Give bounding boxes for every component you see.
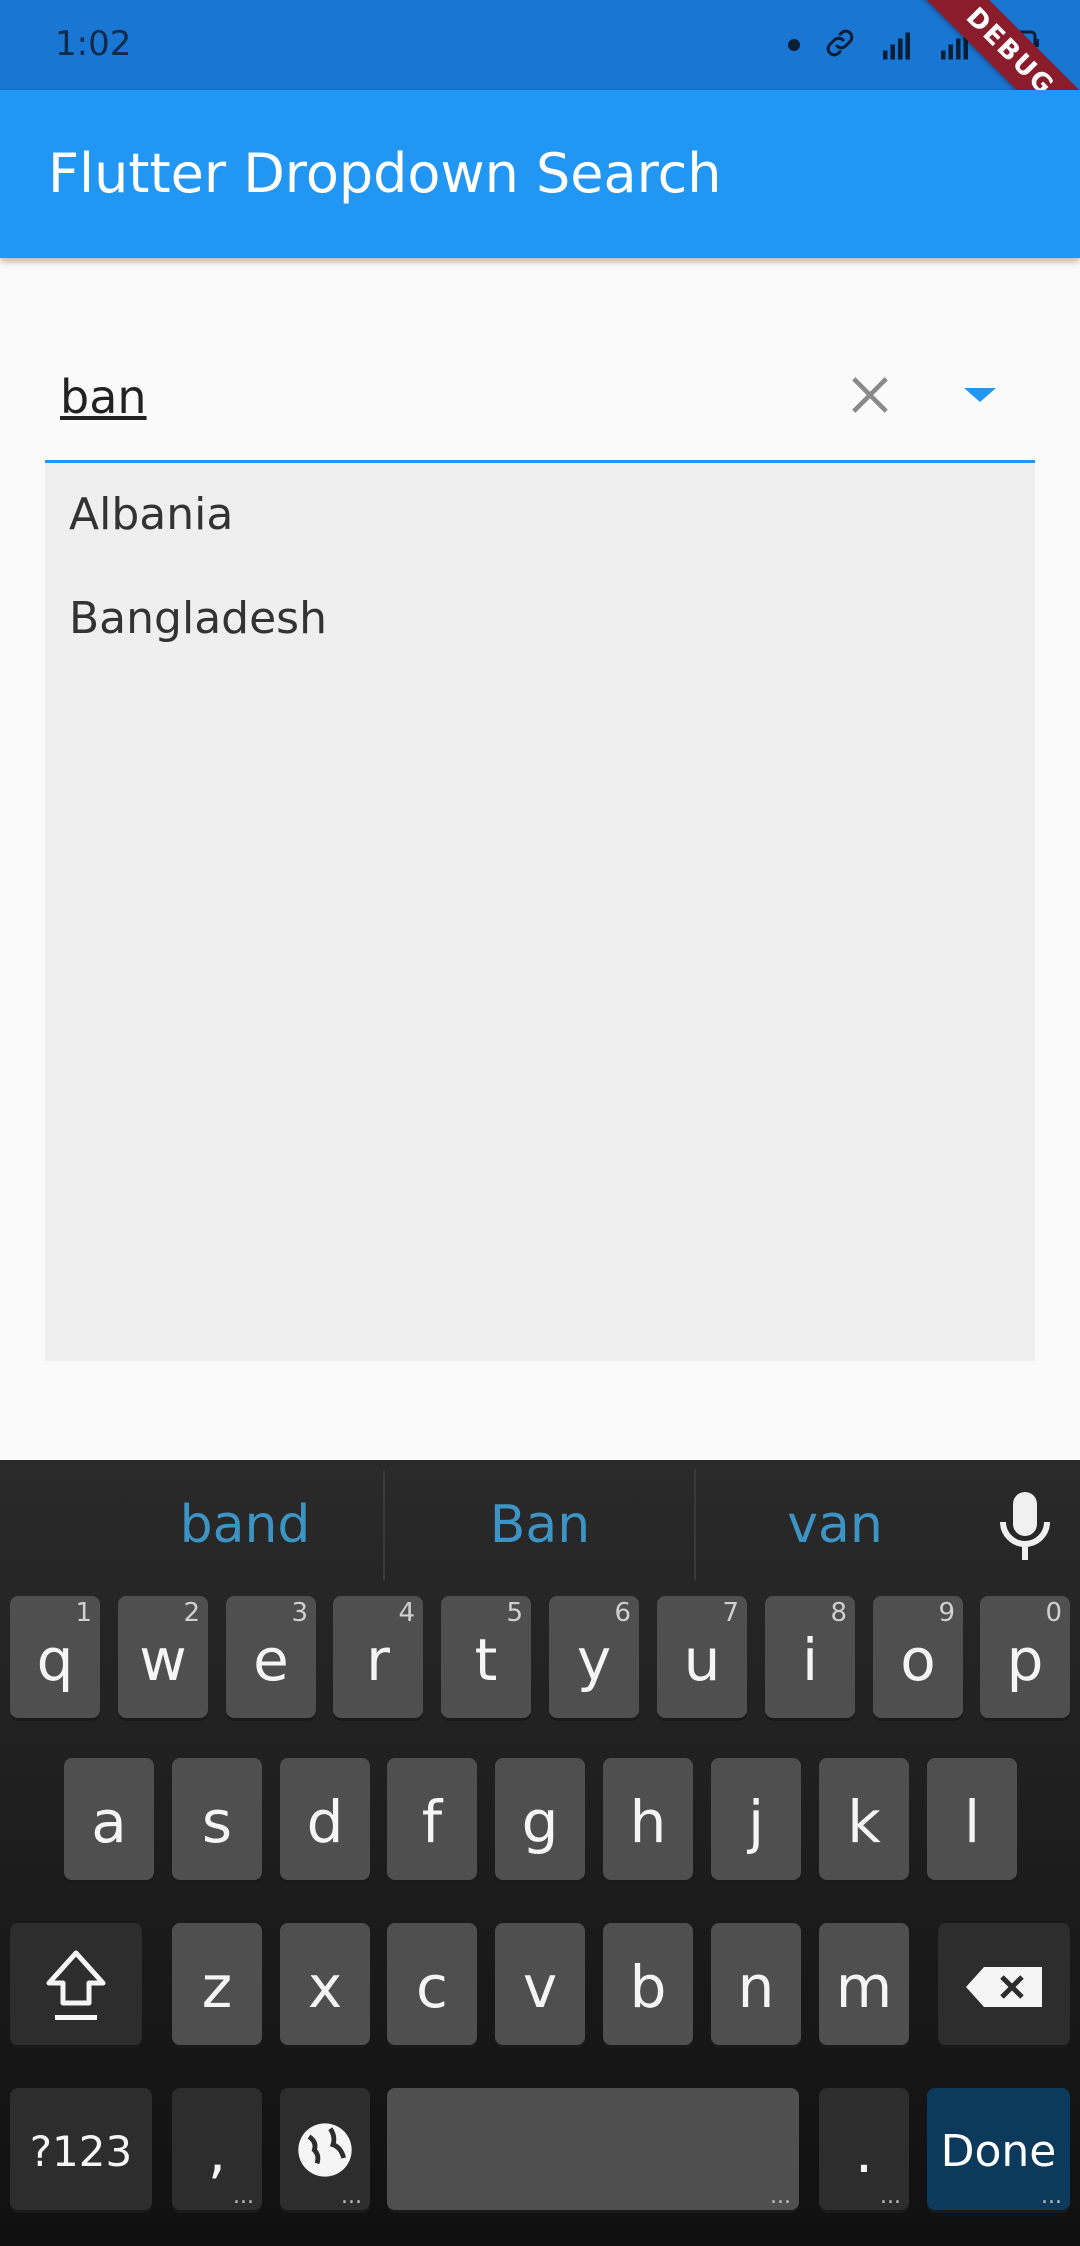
key-n[interactable]: n xyxy=(711,1923,801,2045)
dropdown-search-field[interactable]: ban xyxy=(45,330,1035,463)
key-label: p xyxy=(1006,1626,1044,1694)
key-label: u xyxy=(683,1626,721,1694)
key-b[interactable]: b xyxy=(603,1923,693,2045)
microphone-icon[interactable] xyxy=(995,1488,1055,1564)
key-label: y xyxy=(576,1626,612,1694)
soft-keyboard: band Ban van q1 w2 e3 r4 t5 y6 u7 i8 o9 … xyxy=(0,1460,1080,2246)
backspace-icon xyxy=(966,1967,1042,2007)
app-bar: Flutter Dropdown Search xyxy=(0,90,1080,258)
more-options-dots: ... xyxy=(341,2184,362,2209)
key-label: i xyxy=(801,1626,819,1694)
suggestion-3[interactable]: van xyxy=(680,1490,990,1560)
notification-dot-icon xyxy=(788,39,800,51)
more-options-dots: ... xyxy=(880,2184,901,2209)
key-m[interactable]: m xyxy=(819,1923,909,2045)
status-time: 1:02 xyxy=(55,24,132,64)
key-j[interactable]: j xyxy=(711,1758,801,1880)
done-key[interactable]: Done... xyxy=(927,2088,1070,2210)
period-key[interactable]: .... xyxy=(819,2088,909,2210)
key-number: 9 xyxy=(938,1598,955,1628)
key-g[interactable]: g xyxy=(495,1758,585,1880)
close-icon xyxy=(852,377,888,413)
key-y[interactable]: y6 xyxy=(549,1596,639,1718)
language-key[interactable]: ... xyxy=(280,2088,370,2210)
key-number: 7 xyxy=(722,1598,739,1628)
more-options-dots: ... xyxy=(1041,2184,1062,2209)
key-i[interactable]: i8 xyxy=(765,1596,855,1718)
link-icon xyxy=(822,25,858,65)
key-label: . xyxy=(854,2118,874,2186)
key-k[interactable]: k xyxy=(819,1758,909,1880)
app-bar-title: Flutter Dropdown Search xyxy=(48,142,722,205)
suggestion-2[interactable]: Ban xyxy=(385,1490,695,1560)
shift-icon xyxy=(46,1950,106,2020)
key-number: 1 xyxy=(75,1598,92,1628)
comma-key[interactable]: ,... xyxy=(172,2088,262,2210)
space-key[interactable]: ... xyxy=(387,2088,799,2210)
phone-screen: 1:02 DEBUG Flutter Dropdown Search ban A… xyxy=(0,0,1080,2246)
key-number: 4 xyxy=(398,1598,415,1628)
key-a[interactable]: a xyxy=(64,1758,154,1880)
search-input[interactable]: ban xyxy=(60,370,147,424)
signal-4g-icon xyxy=(880,23,916,67)
key-e[interactable]: e3 xyxy=(226,1596,316,1718)
key-u[interactable]: u7 xyxy=(657,1596,747,1718)
dropdown-button[interactable] xyxy=(935,350,1025,440)
key-w[interactable]: w2 xyxy=(118,1596,208,1718)
status-bar: 1:02 xyxy=(0,0,1080,90)
key-r[interactable]: r4 xyxy=(333,1596,423,1718)
more-options-dots: ... xyxy=(770,2184,791,2209)
key-label: w xyxy=(139,1626,187,1694)
key-d[interactable]: d xyxy=(280,1758,370,1880)
key-number: 6 xyxy=(614,1598,631,1628)
key-t[interactable]: t5 xyxy=(441,1596,531,1718)
result-item-bangladesh[interactable]: Bangladesh xyxy=(45,567,1035,671)
key-z[interactable]: z xyxy=(172,1923,262,2045)
key-label: t xyxy=(474,1626,498,1694)
clear-button[interactable] xyxy=(825,350,915,440)
key-h[interactable]: h xyxy=(603,1758,693,1880)
key-number: 2 xyxy=(183,1598,200,1628)
result-item-albania[interactable]: Albania xyxy=(45,463,1035,567)
key-f[interactable]: f xyxy=(387,1758,477,1880)
results-list: Albania Bangladesh xyxy=(45,463,1035,1361)
key-c[interactable]: c xyxy=(387,1923,477,2045)
key-number: 0 xyxy=(1045,1598,1062,1628)
key-label: o xyxy=(900,1626,936,1694)
arrow-drop-down-icon xyxy=(964,388,996,402)
symbols-key[interactable]: ?123 xyxy=(10,2088,152,2210)
key-o[interactable]: o9 xyxy=(873,1596,963,1718)
suggestion-1[interactable]: band xyxy=(90,1490,400,1560)
key-label: q xyxy=(36,1626,74,1694)
key-q[interactable]: q1 xyxy=(10,1596,100,1718)
key-l[interactable]: l xyxy=(927,1758,1017,1880)
backspace-key[interactable] xyxy=(938,1923,1070,2045)
key-s[interactable]: s xyxy=(172,1758,262,1880)
key-label: r xyxy=(366,1626,390,1694)
key-x[interactable]: x xyxy=(280,1923,370,2045)
key-p[interactable]: p0 xyxy=(980,1596,1070,1718)
key-label: , xyxy=(207,2118,227,2186)
shift-key[interactable] xyxy=(10,1923,142,2045)
more-options-dots: ... xyxy=(233,2184,254,2209)
key-number: 5 xyxy=(506,1598,523,1628)
suggestion-strip: band Ban van xyxy=(0,1460,1080,1590)
key-number: 8 xyxy=(830,1598,847,1628)
key-number: 3 xyxy=(291,1598,308,1628)
key-label: e xyxy=(253,1626,289,1694)
key-label: Done xyxy=(940,2126,1057,2177)
globe-icon xyxy=(298,2123,352,2177)
key-v[interactable]: v xyxy=(495,1923,585,2045)
